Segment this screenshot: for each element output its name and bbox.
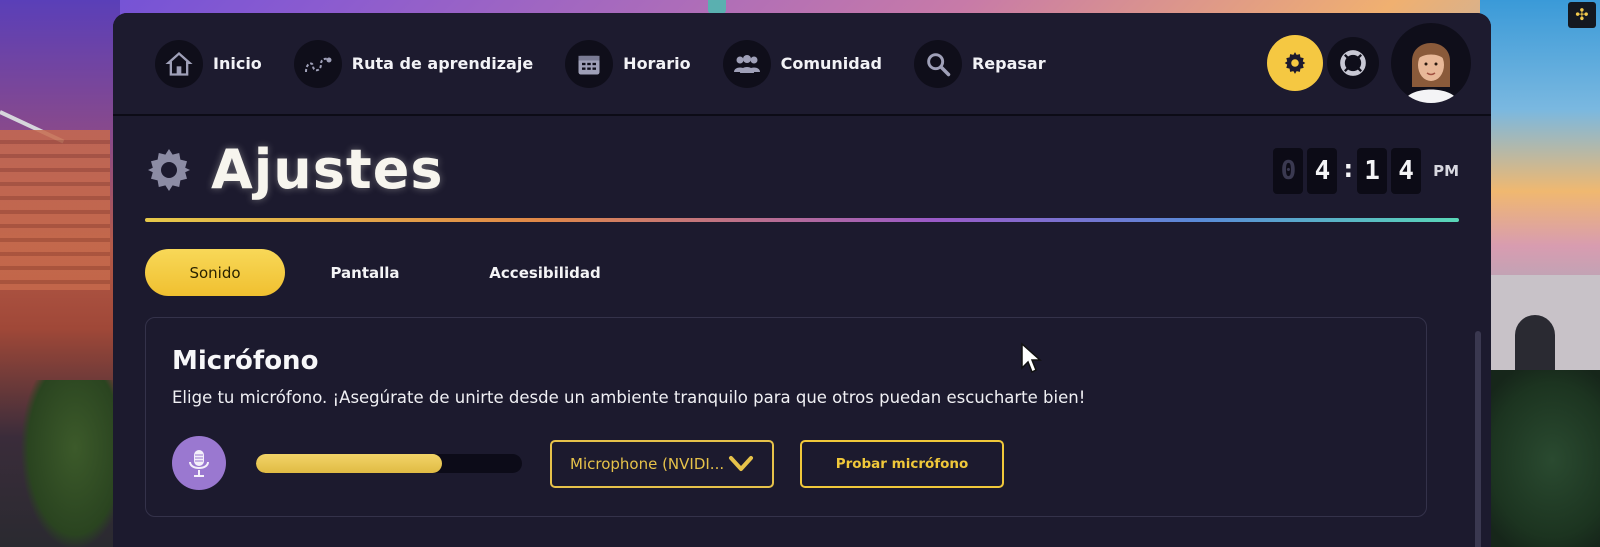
scene-stairs <box>0 130 110 290</box>
tab-accesibilidad[interactable]: Accesibilidad <box>445 249 645 296</box>
home-icon <box>155 39 203 88</box>
tab-sonido[interactable]: Sonido <box>145 249 285 296</box>
microphone-title: Micrófono <box>172 346 319 376</box>
nav-item-comunidad[interactable]: Comunidad <box>722 39 882 88</box>
microphone-level-fill <box>256 454 443 473</box>
settings-button[interactable] <box>1267 35 1323 91</box>
route-icon <box>293 39 342 88</box>
clock-digit: 1 <box>1357 148 1388 194</box>
header-divider <box>145 218 1459 222</box>
calendar-icon <box>565 39 614 88</box>
nav-item-ruta[interactable]: Ruta de aprendizaje <box>293 39 534 88</box>
background-scene-right <box>1480 0 1600 547</box>
nav-label: Ruta de aprendizaje <box>351 54 534 73</box>
scrollbar[interactable] <box>1475 331 1481 547</box>
microphone-icon <box>172 436 226 490</box>
settings-tabs: Sonido Pantalla Accesibilidad <box>145 249 645 296</box>
nav-label: Repasar <box>971 54 1046 73</box>
community-icon <box>722 39 771 88</box>
test-microphone-button[interactable]: Probar micrófono <box>800 440 1004 488</box>
nav-right-controls <box>1267 23 1471 103</box>
nav-item-repasar[interactable]: Repasar <box>913 39 1046 88</box>
clock-digit: 0 <box>1273 148 1304 194</box>
top-navigation: Inicio Ruta de aprendizaje Horario Comun… <box>113 13 1491 116</box>
magnifier-icon <box>913 39 962 88</box>
tab-pantalla[interactable]: Pantalla <box>285 249 445 296</box>
selected-device-label: Microphone (NVIDI... <box>570 455 725 473</box>
clock-period: PM <box>1433 162 1459 180</box>
mouse-cursor-icon <box>1021 342 1042 374</box>
nav-item-inicio[interactable]: Inicio <box>155 39 262 88</box>
scene-tree <box>1480 370 1600 547</box>
page-header: Ajustes 0 4 : 1 4 PM <box>113 116 1491 226</box>
microphone-description: Elige tu micrófono. ¡Asegúrate de unirte… <box>172 388 1086 407</box>
nav-label: Comunidad <box>780 54 882 73</box>
settings-window: Inicio Ruta de aprendizaje Horario Comun… <box>113 13 1491 547</box>
background-scene-left <box>0 0 130 547</box>
nav-label: Inicio <box>213 54 262 73</box>
clock-digit: 4 <box>1307 148 1338 194</box>
clock-separator: : <box>1343 155 1354 183</box>
clock-digit: 4 <box>1391 148 1422 194</box>
gear-icon <box>1284 52 1306 74</box>
user-avatar[interactable] <box>1391 23 1471 103</box>
lifebuoy-icon <box>1340 50 1366 76</box>
microphone-card: Micrófono Elige tu micrófono. ¡Asegúrate… <box>145 317 1427 517</box>
clock-display: 0 4 : 1 4 PM <box>1273 148 1459 194</box>
nav-label: Horario <box>623 54 691 73</box>
microphone-level-meter <box>256 454 522 473</box>
nav-item-horario[interactable]: Horario <box>565 39 691 88</box>
microphone-device-select[interactable]: Microphone (NVIDI... <box>550 440 774 488</box>
collapse-icon[interactable]: ✣ <box>1568 2 1596 28</box>
chevron-down-icon <box>729 456 753 471</box>
gear-icon <box>148 149 190 191</box>
scene-pole <box>708 0 726 14</box>
page-title: Ajustes <box>211 138 444 201</box>
help-button[interactable] <box>1327 37 1379 89</box>
